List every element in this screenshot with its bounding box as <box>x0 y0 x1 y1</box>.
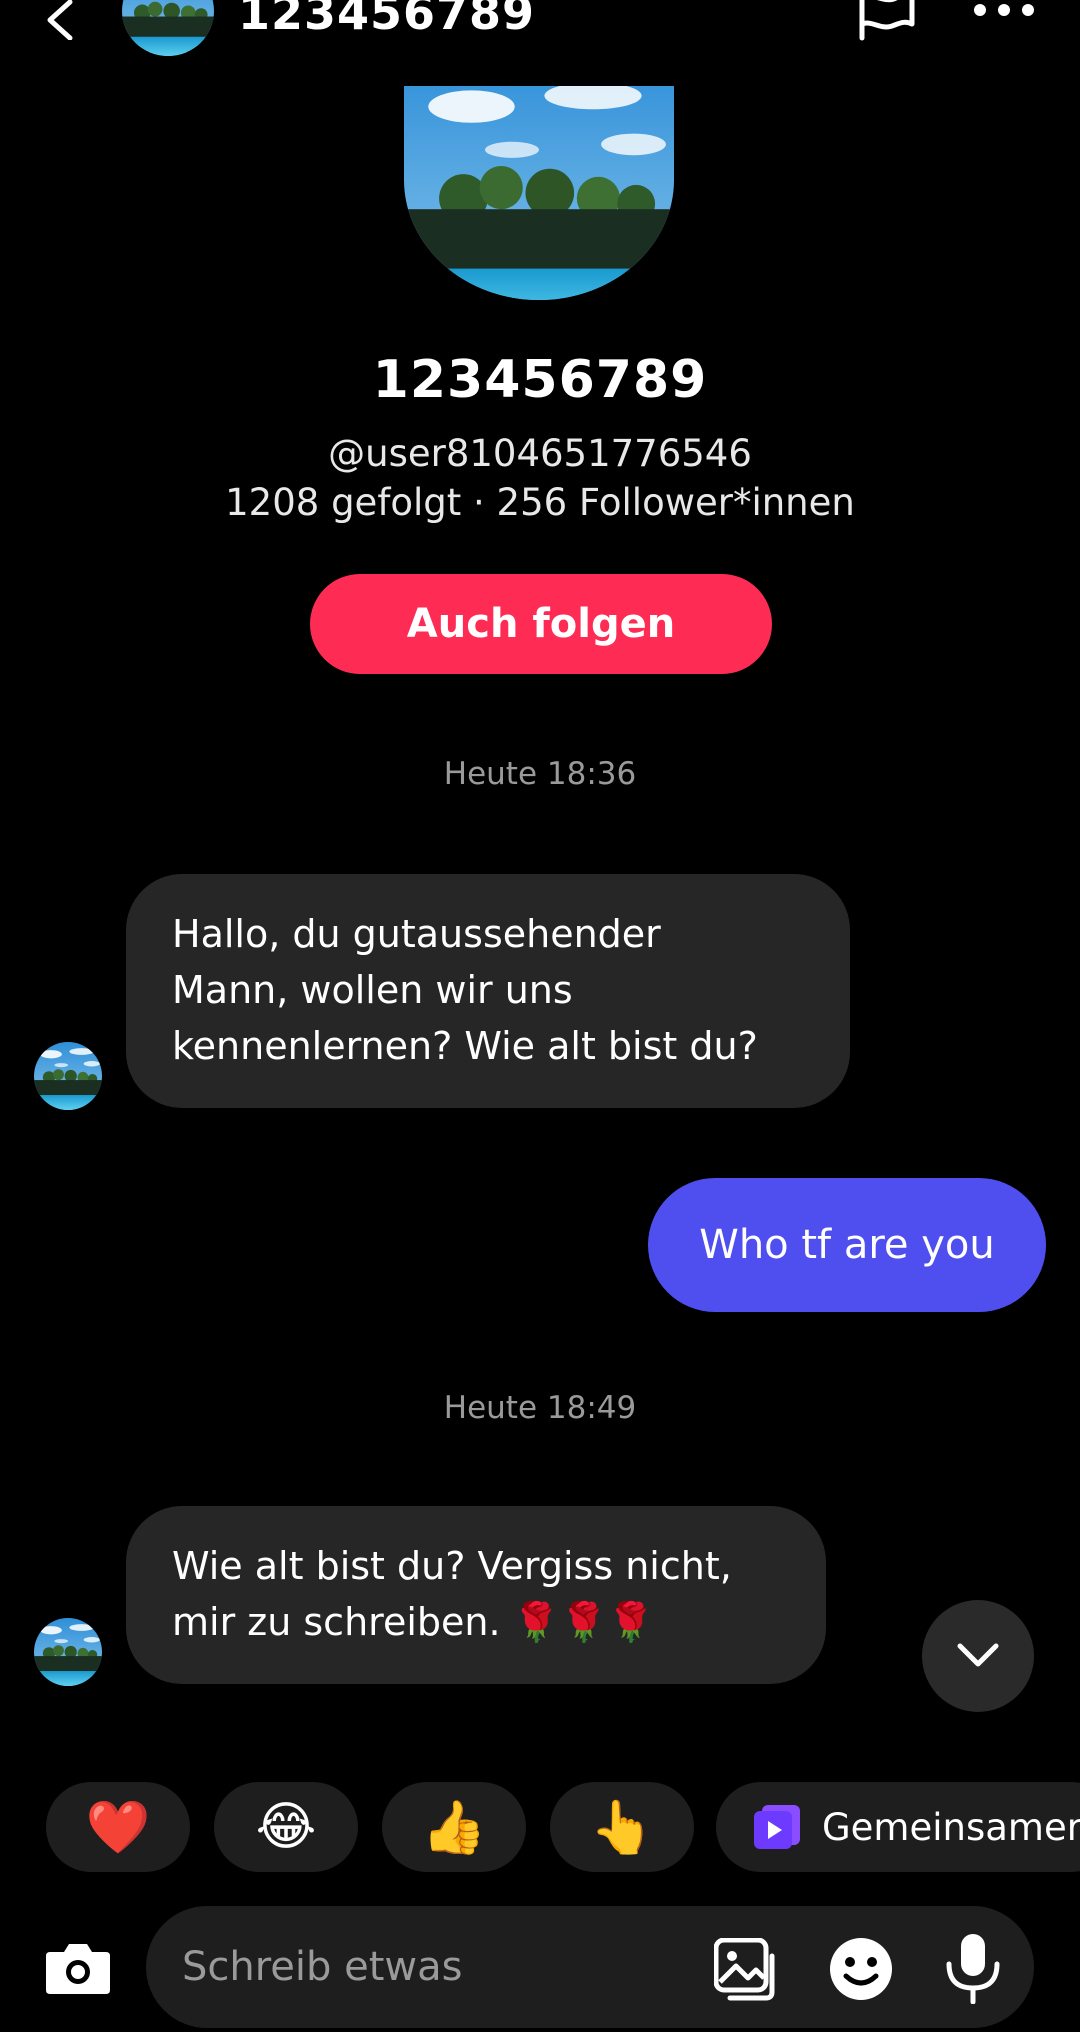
sent-message[interactable]: Who tf are you <box>648 1178 1046 1312</box>
message-line: Wie alt bist du? Vergiss nicht, <box>172 1544 732 1588</box>
together-icon <box>754 1805 800 1849</box>
chevron-down-icon <box>957 1643 999 1667</box>
gallery-icon <box>714 1938 775 2001</box>
received-message[interactable]: Wie alt bist du? Vergiss nicht, mir zu s… <box>126 1506 826 1684</box>
more-options-button[interactable] <box>968 0 1040 28</box>
chevron-left-icon <box>47 0 73 40</box>
flag-icon <box>859 0 915 41</box>
camera-button[interactable] <box>44 1940 112 1996</box>
message-input[interactable] <box>180 1936 684 1998</box>
emoji-button[interactable] <box>828 1936 894 2002</box>
sender-avatar[interactable] <box>34 1042 102 1110</box>
more-horizontal-icon <box>974 4 1034 16</box>
together-label: Gemeinsamer <box>822 1805 1080 1849</box>
received-message[interactable]: Hallo, du gutaussehender Mann, wollen wi… <box>126 874 850 1108</box>
follow-back-button[interactable]: Auch folgen <box>310 574 772 674</box>
gallery-button[interactable] <box>714 1938 780 2002</box>
message-line: mir zu schreiben. 🌹🌹🌹 <box>172 1600 655 1644</box>
message-line: Hallo, du gutaussehender <box>172 912 661 956</box>
reaction-heart-button[interactable]: ❤️ <box>46 1782 190 1872</box>
timestamp: Heute 18:36 <box>443 756 637 792</box>
reaction-thumbs-up-button[interactable]: 👍 <box>382 1782 526 1872</box>
timestamp: Heute 18:49 <box>443 1390 637 1426</box>
microphone-icon <box>946 1934 1000 2004</box>
message-line: Mann, wollen wir uns <box>172 968 573 1012</box>
together-button[interactable]: Gemeinsamer <box>716 1782 1080 1872</box>
message-composer <box>146 1906 1034 2028</box>
report-button[interactable] <box>854 0 918 44</box>
profile-name: 123456789 <box>372 350 708 410</box>
back-button[interactable] <box>40 0 84 40</box>
voice-message-button[interactable] <box>944 1932 1002 2004</box>
header-avatar[interactable] <box>122 0 214 56</box>
profile-avatar[interactable] <box>404 86 674 300</box>
reaction-point-button[interactable]: 👆 <box>550 1782 694 1872</box>
reaction-laugh-button[interactable]: 😂 <box>214 1782 358 1872</box>
header-title: 123456789 <box>238 0 536 40</box>
camera-icon <box>46 1944 110 1994</box>
scroll-to-bottom-button[interactable] <box>922 1600 1034 1712</box>
sender-avatar[interactable] <box>34 1618 102 1686</box>
profile-handle: @user8104651776546 <box>328 432 752 475</box>
message-line: kennenlernen? Wie alt bist du? <box>172 1024 758 1068</box>
profile-stats: 1208 gefolgt · 256 Follower*innen <box>225 481 855 524</box>
emoji-sticker-icon <box>830 1938 892 2000</box>
